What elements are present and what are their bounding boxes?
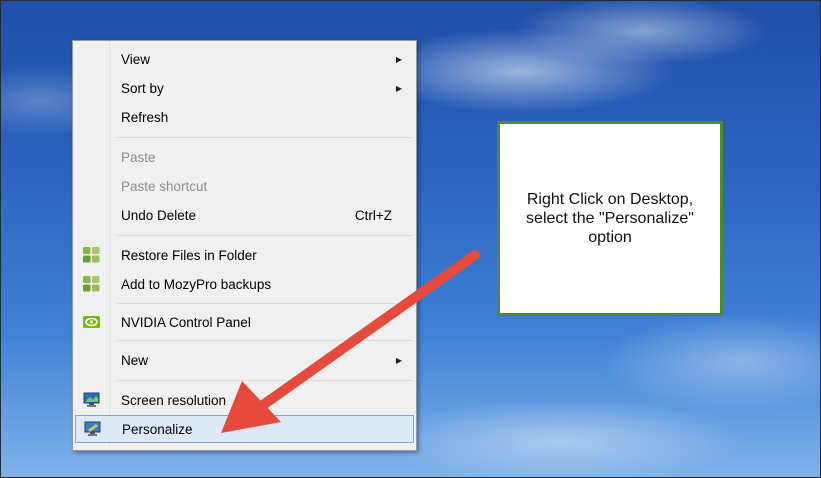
pointer-arrow-annotation — [221, 250, 480, 433]
desktop-background[interactable]: View ▶ Sort by ▶ Refresh Paste Paste sho… — [0, 0, 821, 478]
